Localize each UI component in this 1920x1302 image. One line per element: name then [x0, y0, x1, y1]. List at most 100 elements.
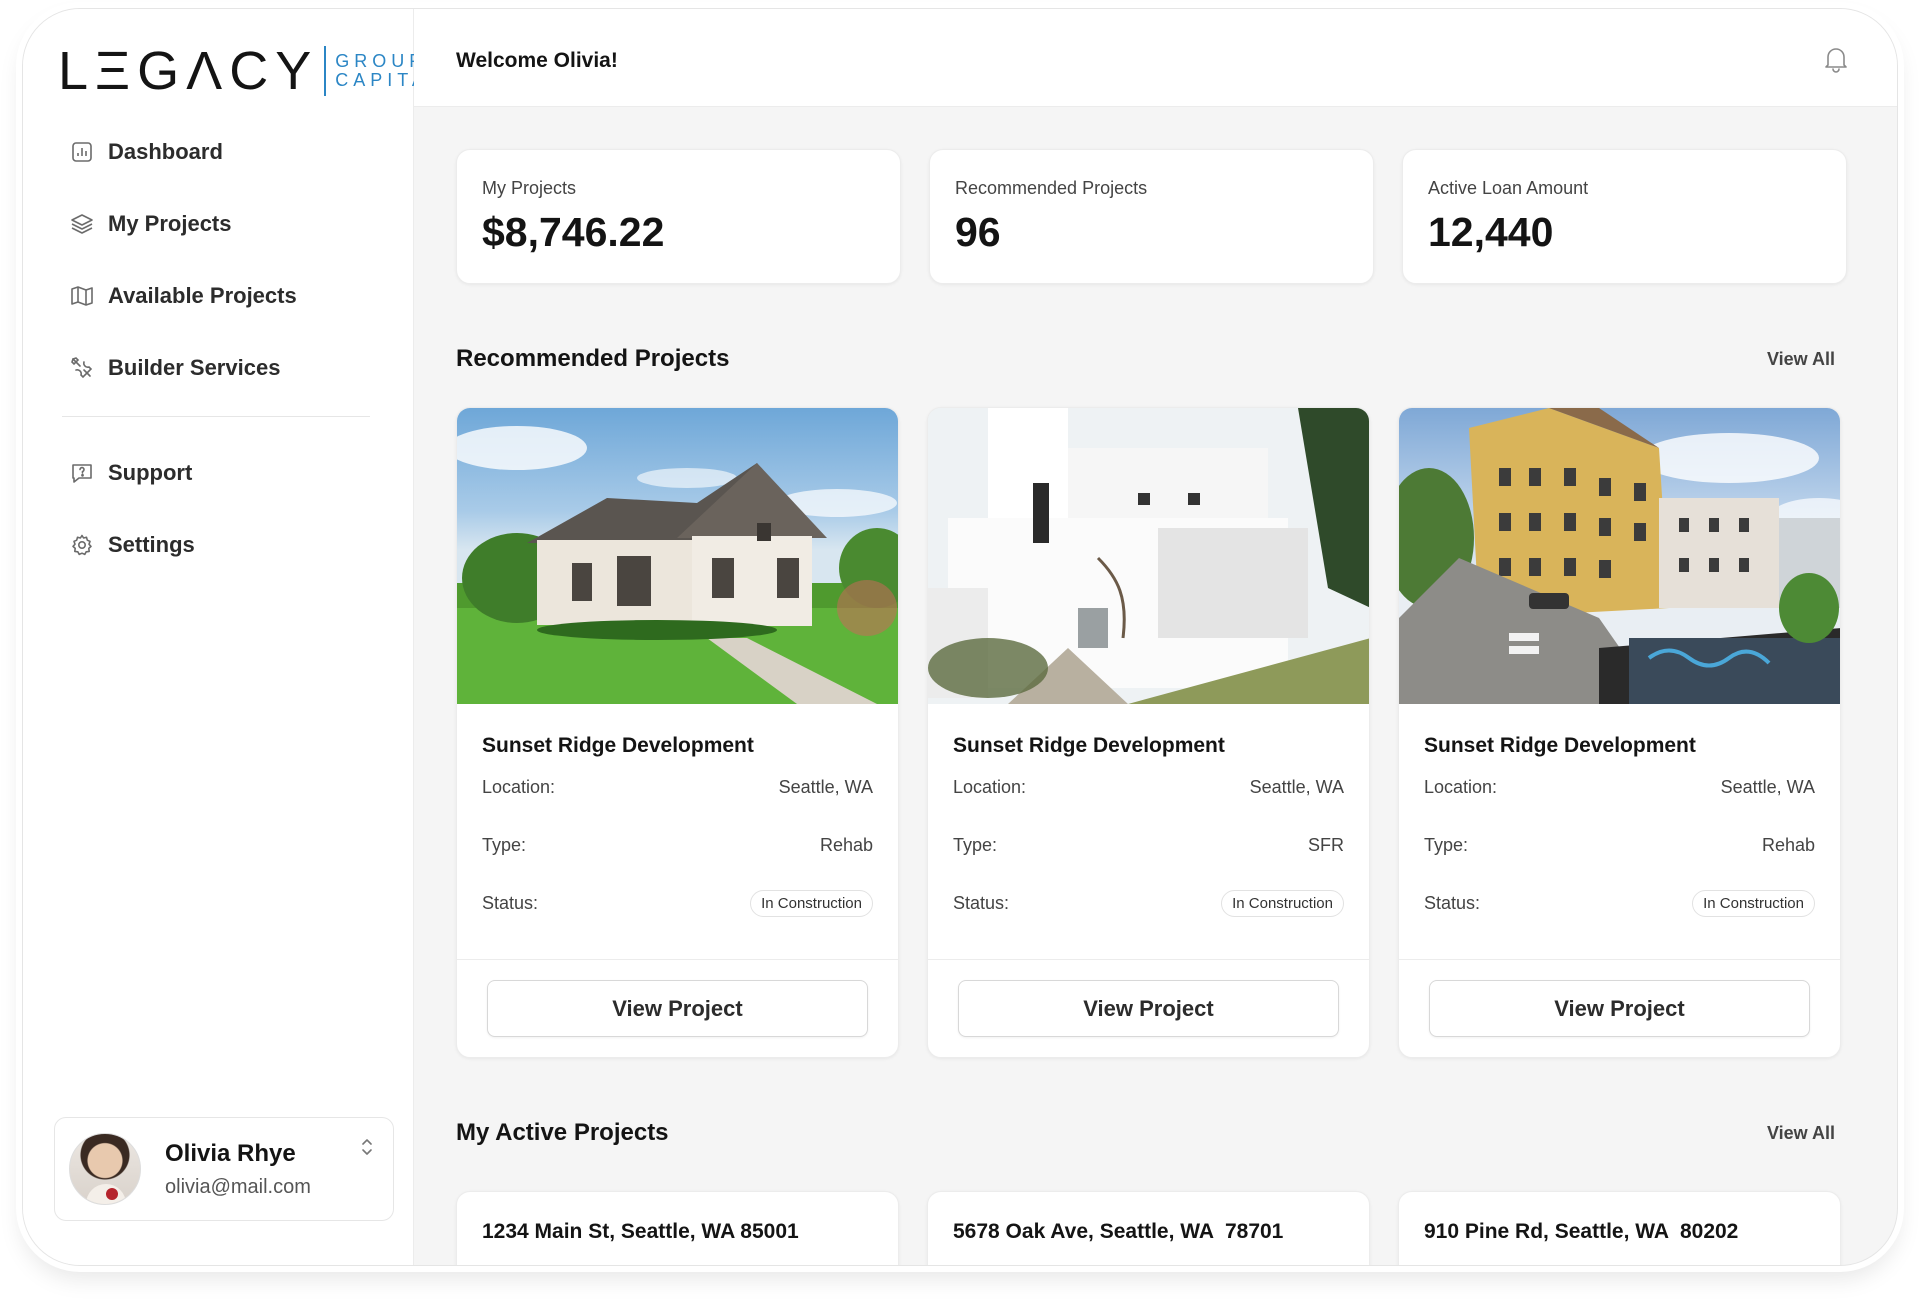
sidebar-item-settings[interactable]: Settings [50, 517, 382, 573]
location-value: Seattle, WA [1249, 776, 1344, 797]
status-label: Status: [482, 892, 539, 913]
project-address: 1234 Main St, Seattle, WA 85001 [482, 1220, 799, 1243]
map-icon [70, 284, 94, 308]
project-card: Sunset Ridge Development Location: Seatt… [927, 407, 1370, 1058]
status-badge: In Construction [1221, 889, 1344, 917]
user-account-switcher[interactable]: Olivia Rhye olivia@mail.com [54, 1117, 394, 1221]
sidebar-item-label: Dashboard [108, 139, 223, 164]
status-label: Status: [953, 892, 1010, 913]
project-title: Sunset Ridge Development [1424, 734, 1696, 757]
status-badge: In Construction [1692, 889, 1815, 917]
sidebar-item-my-projects[interactable]: My Projects [50, 196, 382, 252]
project-status-row: Status: In Construction [482, 874, 873, 932]
project-card-footer: View Project [928, 959, 1369, 1057]
stat-value: 96 [955, 209, 1001, 255]
sidebar-item-label: Builder Services [108, 355, 281, 380]
view-all-active-link[interactable]: View All [1767, 1123, 1835, 1144]
stat-label: My Projects [482, 178, 577, 198]
sidebar-item-label: Support [108, 460, 193, 485]
project-location-row: Location: Seattle, WA [953, 758, 1344, 816]
project-status-row: Status: In Construction [1424, 874, 1815, 932]
sidebar-item-label: Settings [108, 532, 195, 557]
project-status-row: Status: In Construction [953, 874, 1344, 932]
type-value: SFR [1308, 834, 1344, 855]
view-all-recommended-link[interactable]: View All [1767, 349, 1835, 370]
chevron-up-down-icon [359, 1136, 375, 1163]
section-title: Recommended Projects [456, 345, 730, 372]
project-type-row: Type: Rehab [1424, 816, 1815, 874]
active-section-header: My Active Projects View All [456, 1119, 1855, 1147]
view-project-button[interactable]: View Project [1429, 980, 1810, 1037]
main-content: My Projects $8,746.22 Recommended Projec… [414, 107, 1897, 1265]
project-address: 910 Pine Rd, Seattle, WA 80202 [1424, 1220, 1739, 1243]
recommended-section-header: Recommended Projects View All [456, 345, 1855, 373]
sidebar-item-support[interactable]: Support [50, 445, 382, 501]
bar-chart-icon [70, 140, 94, 164]
location-label: Location: [953, 776, 1027, 797]
project-title: Sunset Ridge Development [482, 734, 754, 757]
recommended-projects-grid: Sunset Ridge Development Location: Seatt… [456, 407, 1841, 1058]
sidebar-item-available-projects[interactable]: Available Projects [50, 268, 382, 324]
active-project-card[interactable]: 910 Pine Rd, Seattle, WA 80202 [1398, 1191, 1841, 1265]
sidebar-item-label: Available Projects [108, 283, 297, 308]
page-title: Welcome Olivia! [456, 49, 618, 72]
avatar [69, 1133, 141, 1205]
active-projects-grid: 1234 Main St, Seattle, WA 85001 5678 Oak… [456, 1191, 1841, 1265]
user-name: Olivia Rhye [165, 1139, 296, 1167]
sidebar-divider [62, 416, 370, 417]
sidebar-item-builder-services[interactable]: Builder Services [50, 340, 382, 396]
type-label: Type: [953, 834, 998, 855]
status-badge: In Construction [750, 889, 873, 917]
sidebar-nav: Dashboard My Projects Available Projects… [50, 124, 382, 589]
stat-card-active-loan-amount: Active Loan Amount 12,440 [1402, 149, 1847, 284]
location-value: Seattle, WA [778, 776, 873, 797]
project-location-row: Location: Seattle, WA [1424, 758, 1815, 816]
stat-value: $8,746.22 [482, 209, 665, 255]
stat-card-my-projects: My Projects $8,746.22 [456, 149, 901, 284]
stats-row: My Projects $8,746.22 Recommended Projec… [456, 149, 1847, 284]
top-bar: Welcome Olivia! [414, 9, 1897, 107]
type-label: Type: [482, 834, 527, 855]
type-label: Type: [1424, 834, 1469, 855]
location-label: Location: [482, 776, 556, 797]
user-email: olivia@mail.com [165, 1175, 311, 1198]
view-project-button[interactable]: View Project [958, 980, 1339, 1037]
project-card-footer: View Project [457, 959, 898, 1057]
project-address: 5678 Oak Ave, Seattle, WA 78701 [953, 1220, 1284, 1243]
view-project-button[interactable]: View Project [487, 980, 868, 1037]
stat-card-recommended-projects: Recommended Projects 96 [929, 149, 1374, 284]
section-title: My Active Projects [456, 1119, 669, 1146]
stat-label: Recommended Projects [955, 178, 1148, 198]
project-type-row: Type: SFR [953, 816, 1344, 874]
project-title: Sunset Ridge Development [953, 734, 1225, 757]
stat-label: Active Loan Amount [1428, 178, 1589, 198]
layers-icon [70, 212, 94, 236]
location-label: Location: [1424, 776, 1498, 797]
gear-icon [70, 533, 94, 557]
type-value: Rehab [819, 834, 873, 855]
bell-icon[interactable] [1823, 45, 1849, 78]
app-window: LΞGΛCY GROUP CAPITAL Dashboard My Projec… [22, 8, 1898, 1266]
project-type-row: Type: Rehab [482, 816, 873, 874]
user-info: Olivia Rhye olivia@mail.com [165, 1140, 311, 1199]
project-photo [1399, 408, 1840, 704]
project-location-row: Location: Seattle, WA [482, 758, 873, 816]
status-label: Status: [1424, 892, 1481, 913]
sidebar: LΞGΛCY GROUP CAPITAL Dashboard My Projec… [23, 9, 439, 1265]
project-card-footer: View Project [1399, 959, 1840, 1057]
project-card: Sunset Ridge Development Location: Seatt… [456, 407, 899, 1058]
project-photo [457, 408, 898, 704]
active-project-card[interactable]: 5678 Oak Ave, Seattle, WA 78701 [927, 1191, 1370, 1265]
tools-icon [70, 356, 94, 380]
stat-value: 12,440 [1428, 209, 1554, 255]
logo-wordmark: LΞGΛCY [58, 41, 319, 101]
location-value: Seattle, WA [1720, 776, 1815, 797]
active-project-card[interactable]: 1234 Main St, Seattle, WA 85001 [456, 1191, 899, 1265]
logo-divider [324, 46, 327, 96]
brand-logo[interactable]: LΞGΛCY GROUP CAPITAL [58, 44, 444, 98]
project-card: Sunset Ridge Development Location: Seatt… [1398, 407, 1841, 1058]
project-photo [928, 408, 1369, 704]
sidebar-item-label: My Projects [108, 211, 232, 236]
sidebar-item-dashboard[interactable]: Dashboard [50, 124, 382, 180]
type-value: Rehab [1761, 834, 1815, 855]
